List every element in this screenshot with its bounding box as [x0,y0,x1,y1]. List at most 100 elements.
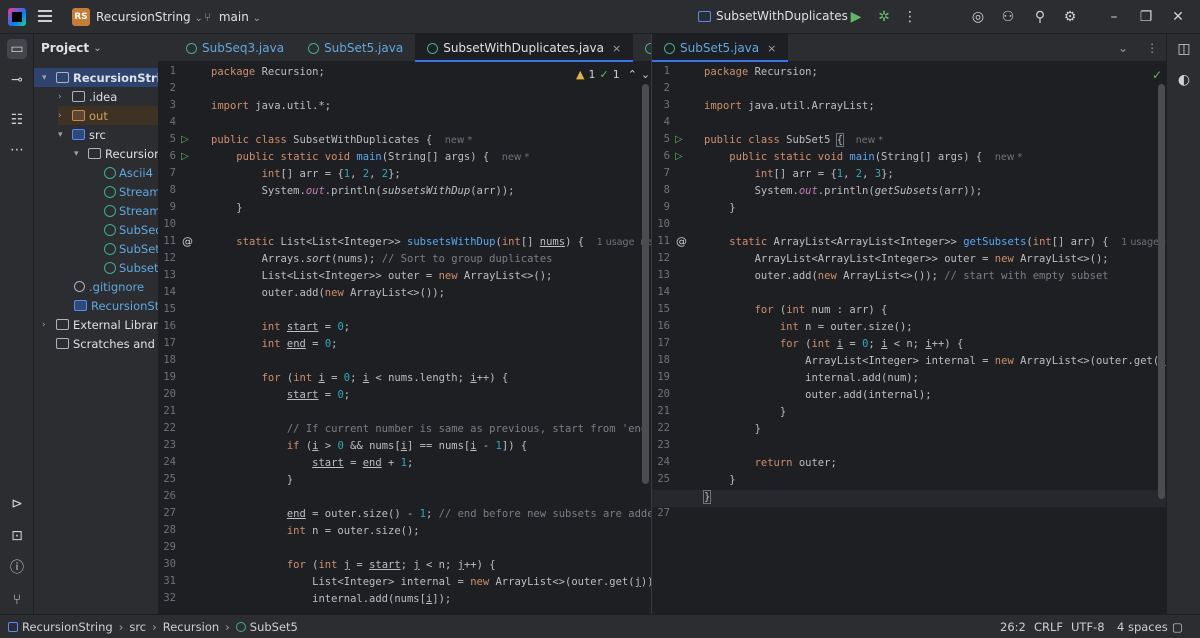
tab-subset5-right[interactable]: SubSet5.java × [652,34,789,62]
code-line: import java.util.*; [211,100,332,112]
restore-icon[interactable]: ❐ [1138,9,1154,25]
tree-item-ascii4[interactable]: Ascii4 [104,163,153,182]
indent-setting[interactable]: 4 spaces [1117,620,1168,634]
notifications-icon[interactable]: ◫ [1174,39,1194,59]
tree-item-subset5[interactable]: SubSet5 [104,239,158,258]
ai-chat-icon[interactable]: ◐ [1174,70,1194,90]
tab-ascii4[interactable]: As [633,34,651,62]
no-problems-check-icon[interactable]: ✓ [1152,68,1162,82]
module-folder-icon [56,72,69,83]
breadcrumb-project[interactable]: RecursionString [22,620,113,634]
run-config-selector[interactable]: SubsetWithDuplicates ⌄ [698,9,861,23]
tree-item-out[interactable]: › out [58,106,158,125]
line-number: 19 [657,371,670,383]
tree-item-label: .gitignore [89,279,145,294]
project-selector[interactable]: RecursionString ⌄ [96,10,203,24]
tree-item-iml[interactable]: RecursionStrin [74,296,158,315]
code-line: } [211,202,243,214]
run-gutter-icon[interactable]: ▷ [675,151,683,162]
left-tool-strip: ▭ ⊸ ☷ ⋯ ⊳ ⊡ ⓘ ⑂ [0,34,34,614]
run-gutter-icon[interactable]: ▷ [675,134,683,145]
project-badge[interactable]: RS [72,8,90,26]
project-name: RecursionString [96,10,191,24]
run-gutter-icon[interactable]: ▷ [181,151,189,162]
code-line: Arrays.sort(nums); // Sort to group dupl… [211,253,553,265]
chevron-up-icon[interactable]: ⌃ [628,68,637,81]
minimize-icon[interactable]: – [1106,9,1122,25]
ai-assistant-icon[interactable]: ◎ [970,9,986,25]
main-menu-icon[interactable] [38,10,52,22]
code-line: static List<List<Integer>> subsetsWithDu… [236,236,651,248]
chevron-down-icon[interactable]: ⌄ [641,68,650,81]
tree-item-label: RecursionString [73,70,158,85]
chevron-down-icon[interactable]: ⌄ [1118,41,1128,55]
run-gutter-icon[interactable]: ▷ [181,134,189,145]
line-number: 9 [663,201,670,213]
tab-subset5[interactable]: SubSet5.java [296,34,415,62]
line-ending[interactable]: CRLF [1034,620,1063,634]
tab-subseq3[interactable]: SubSeq3.java [158,34,296,62]
annotation-gutter-icon[interactable]: @ [182,235,193,248]
project-panel-title: Project [41,41,90,55]
java-class-icon [104,261,116,274]
run-icon[interactable]: ▶ [848,9,864,25]
breadcrumb-src[interactable]: src [129,620,146,634]
code-line: public static void main(String[] args) {… [236,151,530,163]
code-line: outer.add(new ArrayList<>()); // start w… [704,270,1109,282]
settings-icon[interactable]: ⚙ [1062,9,1078,25]
module-icon [8,621,18,632]
breadcrumb-package[interactable]: Recursion [163,620,219,634]
project-folder-icon[interactable]: ▭ [7,39,27,59]
terminal-icon[interactable]: ⊡ [7,526,27,546]
tree-item-subsetwithduplicates[interactable]: SubsetW [104,258,158,277]
debug-icon[interactable]: ✲ [876,9,892,25]
scratch-icon [56,338,69,349]
tree-item-stream1[interactable]: Stream1 [104,182,158,201]
git-icon[interactable]: ⑂ [7,590,27,610]
code-line: int end = 0; [261,338,338,350]
problems-icon[interactable]: ⓘ [7,558,27,578]
project-panel-header[interactable]: Project ⌄ [34,34,158,62]
line-number: 13 [163,269,176,281]
file-encoding[interactable]: UTF-8 [1071,620,1105,634]
chevron-right-icon: › [42,319,46,330]
breadcrumb-class[interactable]: SubSet5 [250,620,298,634]
branch-selector[interactable]: ⑂ main ⌄ [204,10,261,24]
inspection-widget[interactable]: ▲ 1 ✓ 1 ⌃ ⌄ [576,68,650,81]
tree-item-scratches[interactable]: Scratches and Co [56,334,158,353]
structure-icon[interactable]: ☷ [7,110,27,130]
annotation-gutter-icon[interactable]: @ [676,235,687,248]
more-actions-icon[interactable]: ⋮ [902,9,918,25]
java-class-icon [664,42,675,54]
close-tab-icon[interactable]: × [767,42,776,55]
lock-icon[interactable]: ▢ [1172,620,1183,634]
tree-item-src[interactable]: ▾ src [58,125,106,144]
vertical-scrollbar[interactable] [642,84,649,484]
line-number: 6 [169,150,176,162]
caret-position[interactable]: 26:2 [1000,620,1026,634]
intellij-logo-icon[interactable] [8,8,26,26]
code-line: for (int num : arr) { [754,304,888,316]
tree-item-subseq3[interactable]: SubSeq3 [104,220,158,239]
close-icon[interactable]: ✕ [1170,9,1186,25]
tab-subsetwithduplicates[interactable]: SubsetWithDuplicates.java × [415,34,634,62]
tree-item-label: External Libraries [73,317,158,332]
tree-item-stream2[interactable]: Stream2 [104,201,158,220]
close-tab-icon[interactable]: × [612,42,621,55]
code-line: static ArrayList<ArrayList<Integer>> get… [729,236,1166,248]
tree-item-external-libraries[interactable]: › External Libraries [42,315,158,334]
code-line: System.out.println(getSubsets(arr)); [704,185,983,197]
vertical-scrollbar[interactable] [1158,84,1165,499]
more-actions-icon[interactable]: ⋮ [1146,41,1158,55]
commit-icon[interactable]: ⊸ [7,70,27,90]
services-icon[interactable]: ⊳ [7,494,27,514]
tree-item-recursionstring[interactable]: ▾ RecursionString [42,68,158,87]
code-line: } [211,474,294,486]
add-user-icon[interactable]: ⚇ [1000,9,1016,25]
tree-item-gitignore[interactable]: .gitignore [74,277,144,296]
java-class-icon [104,185,116,198]
search-icon[interactable]: ⚲ [1032,9,1048,25]
more-tools-icon[interactable]: ⋯ [7,140,27,160]
tree-item-recursion[interactable]: ▾ Recursion [74,144,158,163]
tree-item-idea[interactable]: › .idea [58,87,117,106]
